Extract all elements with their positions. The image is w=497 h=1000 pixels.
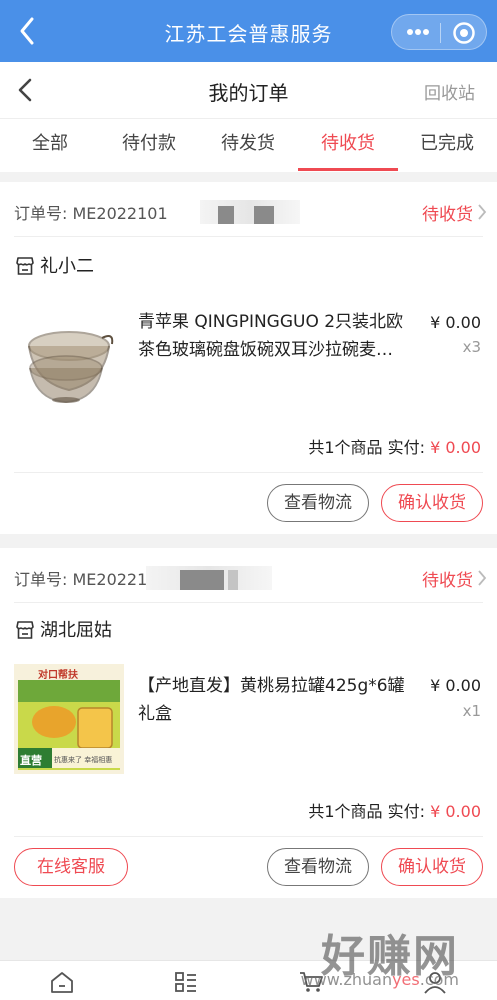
product-quantity: x1 bbox=[462, 702, 481, 720]
divider bbox=[14, 836, 483, 837]
product-name[interactable]: 【产地直发】黄桃易拉罐425g*6罐礼盒 bbox=[138, 672, 420, 728]
capsule-divider bbox=[440, 23, 441, 43]
product-price: ¥ 0.00 bbox=[430, 313, 481, 332]
mini-program-bar: 江苏工会普惠服务 bbox=[0, 0, 497, 62]
paid-label: 实付: bbox=[387, 438, 426, 457]
home-icon[interactable] bbox=[49, 969, 75, 995]
product-name[interactable]: 青苹果 QINGPINGGUO 2只装北欧茶色玻璃碗盘饭碗双耳沙拉碗麦… bbox=[138, 308, 420, 364]
order-card: 订单号: ME2022101 待收货 礼小二 青苹果 QINGPINGGUO 2… bbox=[0, 182, 497, 534]
close-miniprogram-icon[interactable] bbox=[452, 21, 476, 45]
order-header: 订单号: ME2022101 待收货 bbox=[14, 200, 487, 228]
item-count: 共1个商品 bbox=[308, 802, 383, 821]
recycle-bin-link[interactable]: 回收站 bbox=[424, 79, 475, 104]
divider bbox=[14, 602, 483, 603]
confirm-receipt-button[interactable]: 确认收货 bbox=[381, 484, 483, 522]
redacted-order-number bbox=[200, 200, 300, 224]
confirm-receipt-button[interactable]: 确认收货 bbox=[381, 848, 483, 886]
product-image-glass-bowls[interactable] bbox=[14, 302, 124, 412]
page-title: 我的订单 bbox=[208, 81, 289, 105]
capsule-menu bbox=[391, 14, 487, 50]
giftbox-slogan: 抗惠来了 幸福相惠 bbox=[54, 756, 113, 764]
page-header: 我的订单 回收站 bbox=[0, 62, 497, 118]
item-count: 共1个商品 bbox=[308, 438, 383, 457]
redacted-order-number bbox=[146, 566, 272, 590]
order-number: 订单号: ME2022101 bbox=[14, 204, 168, 223]
chevron-right-icon[interactable] bbox=[477, 569, 487, 587]
tab-completed[interactable]: 已完成 bbox=[397, 119, 497, 173]
order-number: 订单号: ME20221 bbox=[14, 570, 148, 589]
order-card: 订单号: ME20221 待收货 湖北屈姑 对口帮扶 直营 抗惠来了 幸福相惠 … bbox=[0, 548, 497, 898]
order-header: 订单号: ME20221 待收货 bbox=[14, 566, 487, 594]
online-service-button[interactable]: 在线客服 bbox=[14, 848, 128, 886]
paid-amount: ¥ 0.00 bbox=[430, 802, 481, 821]
divider bbox=[14, 472, 483, 473]
view-logistics-button[interactable]: 查看物流 bbox=[267, 848, 369, 886]
order-status[interactable]: 待收货 bbox=[422, 566, 473, 591]
order-summary: 共1个商品 实付: ¥ 0.00 bbox=[308, 798, 481, 822]
product-image-peach-can-giftbox[interactable]: 对口帮扶 直营 抗惠来了 幸福相惠 bbox=[14, 664, 124, 774]
category-icon[interactable] bbox=[173, 969, 199, 995]
shop-name: 礼小二 bbox=[40, 256, 94, 277]
order-summary: 共1个商品 实付: ¥ 0.00 bbox=[308, 434, 481, 458]
more-icon[interactable] bbox=[406, 21, 430, 43]
shop-name: 湖北屈姑 bbox=[40, 620, 112, 641]
view-logistics-button[interactable]: 查看物流 bbox=[267, 484, 369, 522]
tab-pending-shipment[interactable]: 待发货 bbox=[198, 119, 298, 173]
tab-pending-receipt[interactable]: 待收货 bbox=[298, 119, 398, 173]
product-price: ¥ 0.00 bbox=[430, 676, 481, 695]
divider bbox=[14, 236, 483, 237]
watermark-url: www.zhuanyes.com bbox=[300, 970, 459, 989]
giftbox-tag: 直营 bbox=[20, 754, 42, 767]
tab-all[interactable]: 全部 bbox=[0, 119, 100, 173]
order-status-tabs: 全部 待付款 待发货 待收货 已完成 bbox=[0, 118, 497, 172]
paid-label: 实付: bbox=[387, 802, 426, 821]
order-status[interactable]: 待收货 bbox=[422, 200, 473, 225]
giftbox-banner: 对口帮扶 bbox=[38, 670, 78, 681]
shop-icon bbox=[16, 621, 34, 639]
watermark: 好赚网 www.zhuanyes.com bbox=[279, 920, 479, 1000]
shop-icon bbox=[16, 257, 34, 275]
paid-amount: ¥ 0.00 bbox=[430, 438, 481, 457]
chevron-right-icon[interactable] bbox=[477, 203, 487, 221]
tab-pending-payment[interactable]: 待付款 bbox=[99, 119, 199, 173]
product-quantity: x3 bbox=[462, 338, 481, 356]
